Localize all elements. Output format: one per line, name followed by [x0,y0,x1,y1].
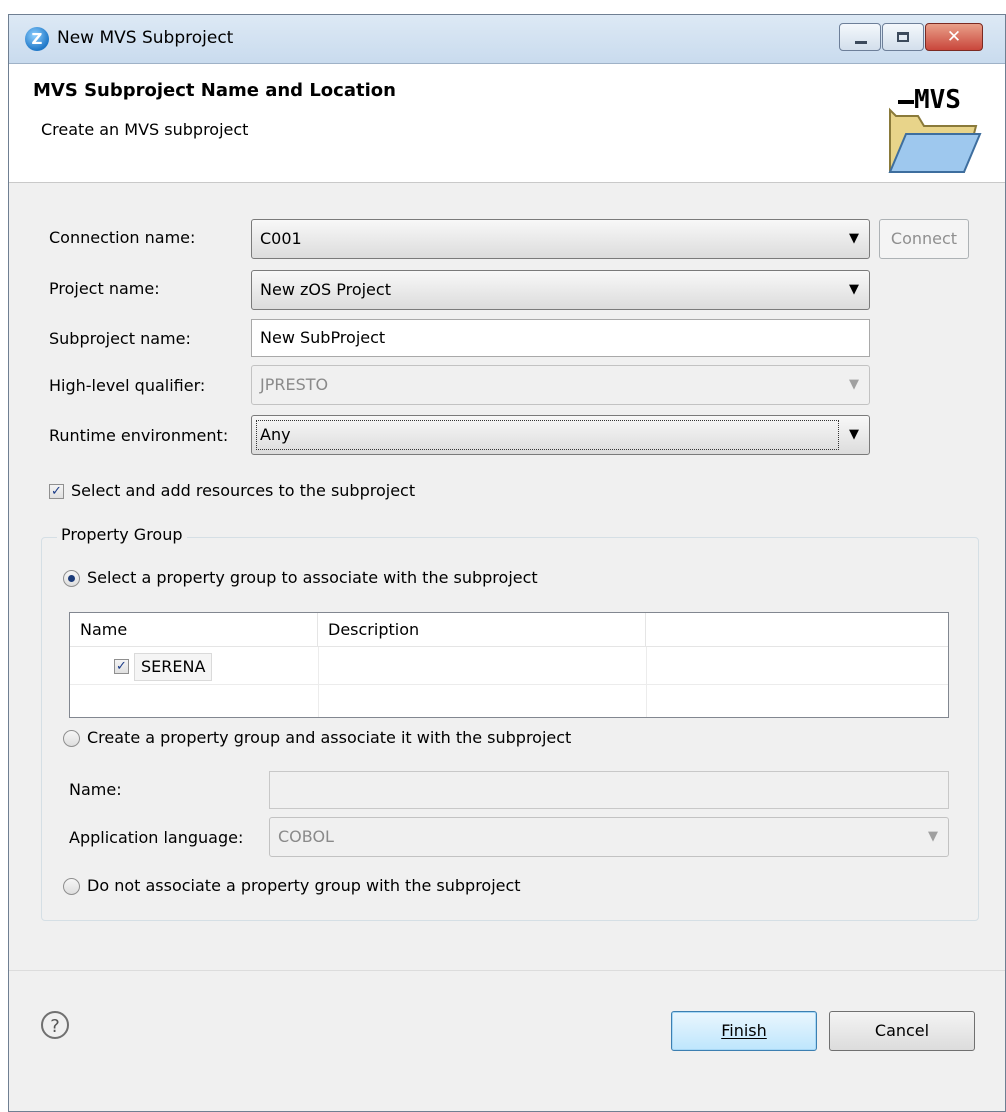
runtime-environment-label: Runtime environment: [49,426,229,445]
page-description: Create an MVS subproject [41,120,249,139]
column-header-name[interactable]: Name [70,613,318,647]
serena-row-checkbox[interactable]: ✓ [114,659,129,674]
add-resources-checkbox[interactable]: ✓ [49,484,64,499]
cancel-button[interactable]: Cancel [829,1011,975,1051]
finish-button-label: Finish [721,1021,767,1040]
connect-button[interactable]: Connect [879,219,969,259]
connection-name-select[interactable]: C001 ▼ [251,219,870,259]
connection-name-label: Connection name: [49,228,196,247]
no-property-group-label: Do not associate a property group with t… [87,876,521,895]
select-property-group-label: Select a property group to associate wit… [87,568,538,587]
add-resources-label: Select and add resources to the subproje… [71,481,416,500]
minimize-button[interactable] [839,23,881,51]
close-button[interactable]: ✕ [925,23,983,51]
maximize-button[interactable] [882,23,924,51]
app-icon: Z [25,27,49,51]
form-area: Connection name: C001 ▼ Connect Project … [9,183,1005,971]
dropdown-arrow-icon: ▼ [928,829,938,844]
minimize-icon [855,41,867,44]
dialog-window: Z New MVS Subproject ✕ MVS Subproject Na… [8,14,1006,1112]
subproject-name-label: Subproject name: [49,329,191,348]
select-property-group-radio[interactable] [63,570,80,587]
application-language-label: Application language: [69,828,244,847]
property-group-table[interactable]: Name Description ✓ SERENA [69,612,949,718]
table-row[interactable]: ✓ SERENA [70,648,318,684]
window-title: New MVS Subproject [57,28,234,48]
footer: ? Finish Cancel [9,971,1005,1111]
create-property-group-radio[interactable] [63,730,80,747]
project-name-select[interactable]: New zOS Project ▼ [251,270,870,310]
close-icon: ✕ [946,27,962,47]
wizard-banner: MVS Subproject Name and Location Create … [9,64,1005,183]
property-group-title: Property Group [57,525,187,544]
page-title: MVS Subproject Name and Location [33,80,396,101]
dropdown-arrow-icon: ▼ [849,377,859,392]
title-bar[interactable]: Z New MVS Subproject ✕ [9,15,1005,64]
application-language-value: COBOL [278,827,334,846]
runtime-environment-select[interactable]: Any ▼ [251,415,870,455]
row-name-cell: SERENA [134,653,213,681]
column-header-description[interactable]: Description [318,613,646,647]
new-group-name-input[interactable] [269,771,949,809]
new-group-name-label: Name: [69,780,122,799]
logo-text: MVS [914,85,961,115]
column-header-empty [646,613,948,647]
maximize-icon [897,32,909,42]
finish-button[interactable]: Finish [671,1011,817,1051]
dropdown-arrow-icon: ▼ [849,427,859,442]
help-icon[interactable]: ? [41,1011,69,1039]
create-property-group-label: Create a property group and associate it… [87,728,572,747]
project-name-value: New zOS Project [260,280,391,299]
dropdown-arrow-icon: ▼ [849,231,859,246]
subproject-name-input[interactable]: New SubProject [251,319,870,357]
connection-name-value: C001 [260,229,302,248]
high-level-qualifier-value: JPRESTO [260,375,329,394]
high-level-qualifier-select[interactable]: JPRESTO ▼ [251,365,870,405]
application-language-select[interactable]: COBOL ▼ [269,817,949,857]
project-name-label: Project name: [49,279,160,298]
dropdown-arrow-icon: ▼ [849,282,859,297]
mvs-folder-icon: MVS [888,85,982,173]
no-property-group-radio[interactable] [63,878,80,895]
high-level-qualifier-label: High-level qualifier: [49,376,206,395]
